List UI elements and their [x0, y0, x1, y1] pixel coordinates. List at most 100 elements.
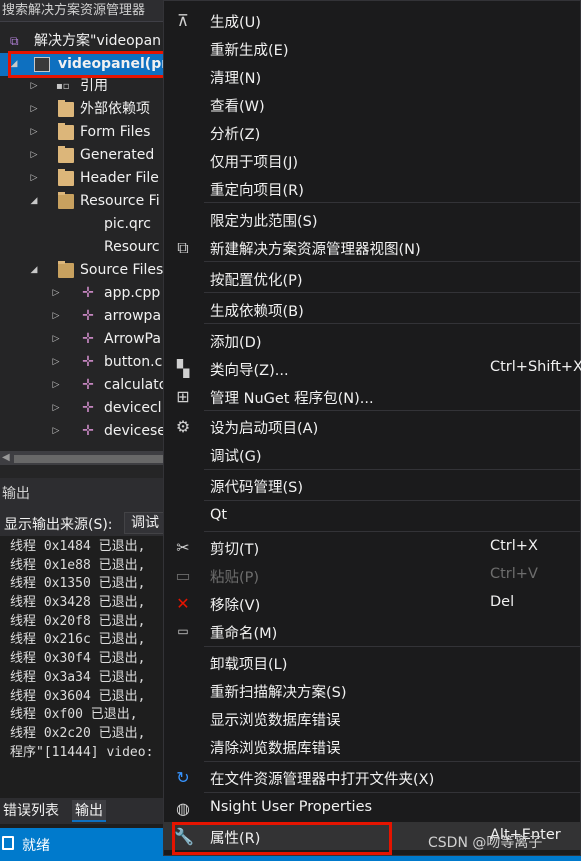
horizontal-scrollbar[interactable]: ◀	[0, 451, 170, 465]
menu-separator	[204, 292, 580, 293]
menu-item-build-dependencies[interactable]: 生成依赖项(B)	[164, 295, 581, 323]
scrollbar-thumb[interactable]	[14, 455, 164, 463]
expand-arrow-icon[interactable]: ▷	[50, 328, 62, 351]
folder-icon	[58, 100, 74, 117]
menu-item-scope-to-this[interactable]: 限定为此范围(S)	[164, 205, 581, 233]
expand-arrow-icon[interactable]: ▷	[50, 374, 62, 397]
menu-item-pgo[interactable]: 按配置优化(P)	[164, 264, 581, 292]
menu-item-unload-project[interactable]: 卸载项目(L)	[164, 648, 581, 676]
menu-item-nsight-properties[interactable]: ◍ Nsight User Properties	[164, 794, 581, 822]
project-context-menu: ⊼ 生成(U) 重新生成(E) 清理(N) 查看(W) 分析(Z) 仅用于项目(…	[163, 0, 581, 856]
menu-item-manage-nuget[interactable]: ⊞ 管理 NuGet 程序包(N)...	[164, 382, 581, 410]
menu-separator	[204, 323, 580, 324]
menu-item-open-in-explorer[interactable]: ↻ 在文件资源管理器中打开文件夹(X)	[164, 763, 581, 791]
watermark: CSDN @吻等离子	[428, 835, 543, 851]
output-line: 线程 0x1484 已退出,	[10, 539, 146, 554]
menu-separator	[204, 531, 580, 532]
cpp-file-icon: ✛	[82, 400, 94, 416]
references-icon: ▪▫	[56, 81, 70, 92]
menu-item-debug[interactable]: 调试(G)	[164, 440, 581, 468]
output-text[interactable]: 线程 0x1484 已退出, 线程 0x1e88 已退出, 线程 0x1350 …	[10, 538, 170, 762]
output-line: 线程 0xf00 已退出,	[10, 707, 138, 723]
menu-item-view[interactable]: 查看(W)	[164, 90, 581, 118]
output-line: 线程 0x3604 已退出,	[10, 688, 146, 704]
expand-arrow-icon[interactable]: ▷	[28, 121, 40, 144]
output-panel: 输出 显示输出来源(S): 调试 线程 0x1484 已退出, 线程 0x1e8…	[0, 478, 170, 828]
solution-explorer-search[interactable]: 搜索解决方案资源管理器	[0, 0, 170, 22]
menu-item-qt[interactable]: Qt	[164, 502, 581, 530]
cpp-file-icon: ✛	[82, 331, 94, 347]
menu-item-source-control[interactable]: 源代码管理(S)	[164, 471, 581, 499]
menu-item-project-only[interactable]: 仅用于项目(J)	[164, 146, 581, 174]
solution-icon: ⧉	[10, 34, 19, 48]
highlight-box-project	[8, 51, 170, 78]
highlight-box-properties	[172, 822, 392, 855]
menu-item-set-startup[interactable]: ⚙ 设为启动项目(A)	[164, 412, 581, 440]
output-toolbar: 显示输出来源(S): 调试	[0, 510, 170, 536]
menu-item-show-db-errors[interactable]: 显示浏览数据库错误	[164, 704, 581, 732]
rename-icon: ▭	[177, 624, 189, 638]
output-title: 输出	[0, 478, 170, 510]
expand-arrow-icon[interactable]: ▷	[50, 305, 62, 328]
menu-item-cut[interactable]: ✂ 剪切(T) Ctrl+X	[164, 533, 581, 561]
globe-icon: ◍	[176, 799, 190, 818]
menu-item-clear-db-errors[interactable]: 清除浏览数据库错误	[164, 732, 581, 760]
output-line: 程序"[11444] video:	[10, 744, 154, 760]
expand-arrow-icon[interactable]: ▷	[50, 282, 62, 305]
folder-open-icon	[58, 261, 74, 278]
folder-icon	[58, 146, 74, 163]
solution-explorer-panel: 搜索解决方案资源管理器 ⧉ 解决方案"videopan ◢ videopanel…	[0, 0, 170, 465]
output-line: 线程 0x2c20 已退出,	[10, 725, 146, 741]
output-source-label: 显示输出来源(S):	[4, 517, 113, 533]
remove-icon: ✕	[176, 594, 190, 613]
collapse-arrow-icon[interactable]: ◢	[28, 190, 40, 213]
expand-arrow-icon[interactable]: ▷	[28, 98, 40, 121]
expand-arrow-icon[interactable]: ▷	[28, 75, 40, 98]
status-ready-icon	[2, 836, 14, 850]
nuget-icon: ⊞	[176, 387, 190, 406]
menu-item-remove[interactable]: ✕ 移除(V) Del	[164, 589, 581, 617]
build-icon: ⊼	[177, 11, 189, 30]
paste-icon: ▭	[175, 566, 191, 585]
menu-item-build[interactable]: ⊼ 生成(U)	[164, 6, 581, 34]
menu-separator	[204, 202, 580, 203]
expand-arrow-icon[interactable]: ▷	[28, 167, 40, 190]
expand-arrow-icon[interactable]: ▷	[50, 420, 62, 443]
cpp-file-icon: ✛	[82, 285, 94, 301]
scissors-icon: ✂	[176, 538, 190, 557]
output-line: 线程 0x3a34 已退出,	[10, 669, 146, 685]
folder-icon	[58, 123, 74, 140]
menu-item-rename[interactable]: ▭ 重命名(M)	[164, 617, 581, 645]
cpp-file-icon: ✛	[82, 308, 94, 324]
output-line: 线程 0x1350 已退出,	[10, 576, 146, 592]
menu-item-rebuild[interactable]: 重新生成(E)	[164, 34, 581, 62]
menu-separator	[204, 469, 580, 470]
cpp-file-icon: ✛	[82, 354, 94, 370]
scroll-left-icon[interactable]: ◀	[2, 452, 10, 463]
folder-icon	[58, 169, 74, 186]
tab-output[interactable]: 输出	[72, 800, 106, 822]
class-wizard-icon: ▚	[176, 359, 190, 378]
expand-arrow-icon[interactable]: ▷	[28, 144, 40, 167]
menu-item-class-wizard[interactable]: ▚ 类向导(Z)... Ctrl+Shift+X	[164, 354, 581, 382]
bottom-tab-strip: 错误列表 输出	[0, 798, 170, 824]
expand-arrow-icon[interactable]: ▷	[50, 351, 62, 374]
menu-separator	[204, 646, 580, 647]
menu-item-analyze[interactable]: 分析(Z)	[164, 118, 581, 146]
menu-item-add[interactable]: 添加(D)	[164, 326, 581, 354]
new-view-icon: ⧉	[177, 238, 189, 257]
menu-separator	[204, 261, 580, 262]
output-line: 线程 0x216c 已退出,	[10, 632, 146, 648]
tab-error-list[interactable]: 错误列表	[0, 800, 62, 822]
output-line: 线程 0x1e88 已退出,	[10, 557, 146, 573]
collapse-arrow-icon[interactable]: ◢	[28, 259, 40, 282]
menu-item-rescan-solution[interactable]: 重新扫描解决方案(S)	[164, 676, 581, 704]
output-line: 线程 0x30f4 已退出,	[10, 651, 146, 667]
menu-item-paste: ▭ 粘贴(P) Ctrl+V	[175, 566, 538, 586]
menu-item-new-explorer-view[interactable]: ⧉ 新建解决方案资源管理器视图(N)	[164, 233, 581, 261]
gear-icon: ⚙	[175, 417, 191, 436]
menu-item-retarget[interactable]: 重定向项目(R)	[164, 174, 581, 202]
expand-arrow-icon[interactable]: ▷	[50, 397, 62, 420]
solution-node[interactable]: ⧉ 解决方案"videopan	[0, 30, 170, 53]
menu-item-clean[interactable]: 清理(N)	[164, 62, 581, 90]
